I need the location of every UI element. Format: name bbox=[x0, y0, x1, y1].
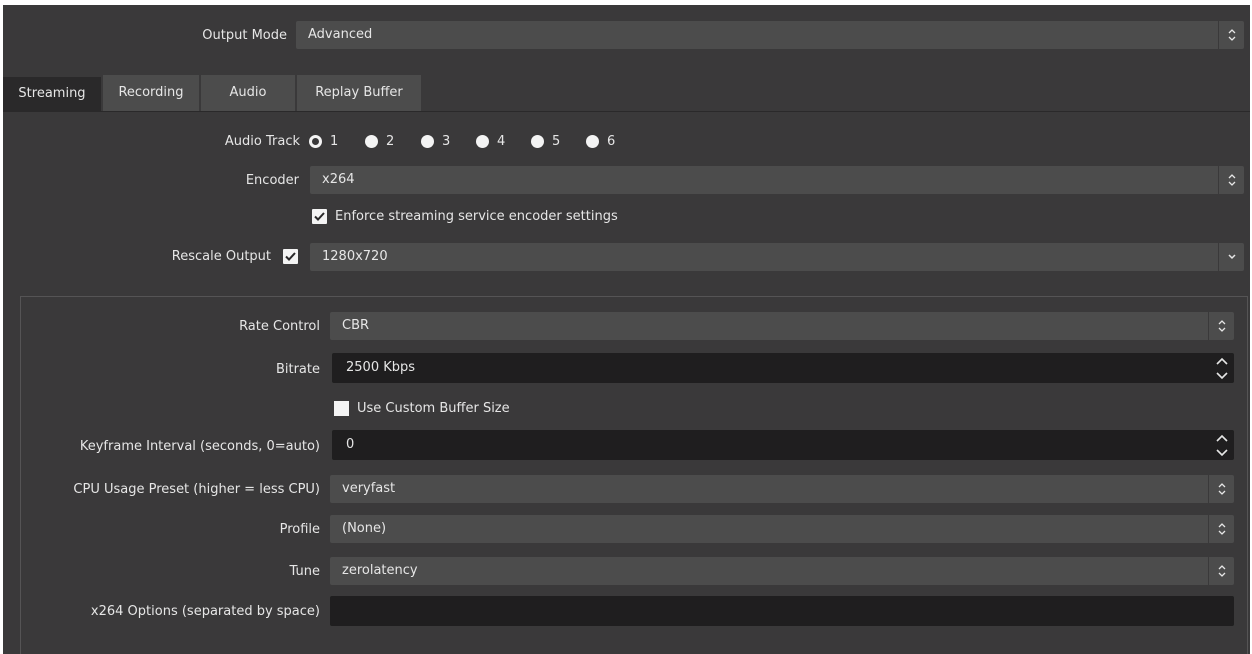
rescale-output-label: Rescale Output bbox=[171, 249, 271, 264]
radio-unselected-icon bbox=[365, 135, 378, 148]
keyframe-interval-spinbox[interactable]: 0 bbox=[332, 430, 1234, 460]
tab-label: Recording bbox=[118, 85, 184, 100]
up-down-chevron-icon bbox=[1208, 557, 1234, 585]
profile-value: (None) bbox=[342, 521, 387, 536]
up-down-chevron-icon bbox=[1208, 312, 1234, 340]
radio-unselected-icon bbox=[586, 135, 599, 148]
bitrate-value: 2500 Kbps bbox=[346, 360, 416, 375]
rescale-resolution-value: 1280x720 bbox=[322, 249, 388, 264]
radio-label: 1 bbox=[330, 134, 339, 149]
tab-replay-buffer[interactable]: Replay Buffer bbox=[297, 75, 421, 111]
encoder-value: x264 bbox=[322, 172, 355, 187]
audio-track-radio-2[interactable]: 2 bbox=[365, 134, 394, 149]
spin-up-icon[interactable] bbox=[1215, 356, 1229, 366]
audio-track-radio-6[interactable]: 6 bbox=[586, 134, 615, 149]
custom-buffer-label: Use Custom Buffer Size bbox=[357, 401, 510, 416]
tab-divider bbox=[3, 111, 1250, 112]
rate-control-value: CBR bbox=[342, 318, 370, 333]
radio-label: 6 bbox=[607, 134, 616, 149]
rescale-resolution-select[interactable]: 1280x720 bbox=[310, 243, 1244, 271]
audio-track-radio-4[interactable]: 4 bbox=[476, 134, 505, 149]
up-down-chevron-icon bbox=[1218, 166, 1244, 194]
spin-down-icon[interactable] bbox=[1215, 448, 1229, 458]
tab-streaming[interactable]: Streaming bbox=[3, 77, 101, 111]
x264-options-input[interactable] bbox=[330, 596, 1234, 626]
cpu-preset-label: CPU Usage Preset (higher = less CPU) bbox=[73, 482, 320, 497]
tune-select[interactable]: zerolatency bbox=[330, 557, 1234, 585]
x264-options-label: x264 Options (separated by space) bbox=[90, 604, 320, 619]
radio-unselected-icon bbox=[531, 135, 544, 148]
enforce-label: Enforce streaming service encoder settin… bbox=[335, 209, 618, 224]
enforce-checkbox[interactable] bbox=[312, 209, 327, 224]
spin-down-icon[interactable] bbox=[1215, 371, 1229, 381]
output-mode-label: Output Mode bbox=[202, 28, 287, 43]
radio-selected-icon bbox=[309, 135, 322, 148]
tab-label: Replay Buffer bbox=[315, 85, 403, 100]
up-down-chevron-icon bbox=[1208, 515, 1234, 543]
spin-up-icon[interactable] bbox=[1215, 433, 1229, 443]
audio-track-radio-3[interactable]: 3 bbox=[421, 134, 450, 149]
checkmark-icon bbox=[285, 252, 296, 261]
radio-label: 3 bbox=[442, 134, 451, 149]
tune-label: Tune bbox=[289, 564, 320, 579]
tune-value: zerolatency bbox=[342, 563, 418, 578]
rate-control-label: Rate Control bbox=[239, 319, 320, 334]
custom-buffer-checkbox[interactable] bbox=[334, 401, 349, 416]
keyframe-interval-value: 0 bbox=[346, 437, 355, 452]
tab-label: Streaming bbox=[18, 86, 86, 101]
checkmark-icon bbox=[314, 212, 325, 221]
cpu-preset-select[interactable]: veryfast bbox=[330, 475, 1234, 503]
tab-audio[interactable]: Audio bbox=[201, 75, 295, 111]
audio-track-radio-1[interactable]: 1 bbox=[309, 134, 338, 149]
settings-window: Output Mode Advanced Streaming Recording… bbox=[0, 0, 1252, 654]
audio-track-radio-5[interactable]: 5 bbox=[531, 134, 560, 149]
up-down-chevron-icon bbox=[1218, 21, 1244, 49]
output-mode-value: Advanced bbox=[308, 27, 373, 42]
radio-label: 4 bbox=[497, 134, 506, 149]
cpu-preset-value: veryfast bbox=[342, 481, 396, 496]
keyframe-interval-label: Keyframe Interval (seconds, 0=auto) bbox=[79, 439, 320, 454]
audio-track-label: Audio Track bbox=[224, 134, 300, 149]
rescale-output-checkbox[interactable] bbox=[283, 249, 298, 264]
encoder-select[interactable]: x264 bbox=[310, 166, 1244, 194]
radio-unselected-icon bbox=[476, 135, 489, 148]
chevron-down-icon bbox=[1218, 243, 1244, 271]
rate-control-select[interactable]: CBR bbox=[330, 312, 1234, 340]
radio-label: 2 bbox=[386, 134, 395, 149]
radio-unselected-icon bbox=[421, 135, 434, 148]
radio-label: 5 bbox=[552, 134, 561, 149]
profile-select[interactable]: (None) bbox=[330, 515, 1234, 543]
up-down-chevron-icon bbox=[1208, 475, 1234, 503]
bitrate-spinbox[interactable]: 2500 Kbps bbox=[332, 353, 1234, 383]
profile-label: Profile bbox=[279, 522, 320, 537]
tab-label: Audio bbox=[229, 85, 267, 100]
output-mode-select[interactable]: Advanced bbox=[296, 21, 1244, 49]
encoder-label: Encoder bbox=[245, 173, 299, 188]
bitrate-label: Bitrate bbox=[275, 362, 320, 377]
tab-recording[interactable]: Recording bbox=[103, 75, 199, 111]
